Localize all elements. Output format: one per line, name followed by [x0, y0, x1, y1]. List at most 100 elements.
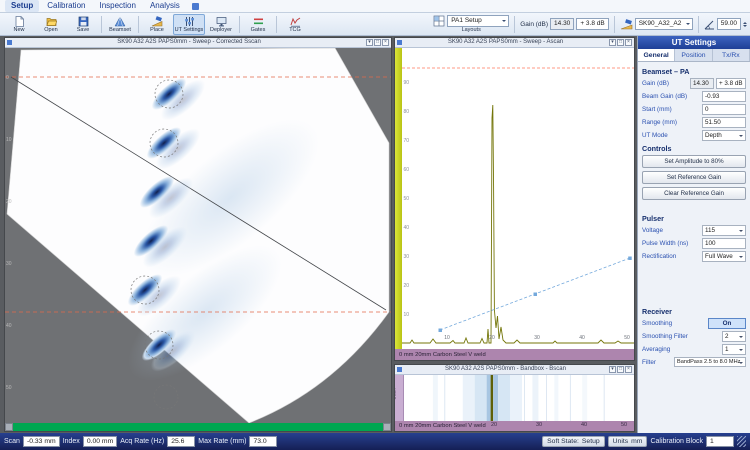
angle-value[interactable]: 59.00: [717, 18, 741, 30]
beam-gain-field[interactable]: -0.93: [702, 91, 746, 102]
gain-field[interactable]: 14.30: [690, 78, 714, 89]
layouts-group: PA1 Setup Layouts: [433, 15, 509, 33]
units-button[interactable]: Units mm: [608, 436, 648, 447]
view-close-icon[interactable]: ×: [382, 39, 389, 46]
tcg-label: TCG: [289, 27, 301, 33]
place-button[interactable]: Place: [141, 14, 173, 35]
view-float-icon[interactable]: □: [617, 366, 624, 373]
view-menu-icon[interactable]: ▾: [609, 39, 616, 46]
bscan-material-bar: 0 mm 20mm Carbon Steel V weld 20 30 40 5…: [395, 421, 634, 431]
open-label: Open: [44, 27, 57, 33]
menu-bar: Setup Calibration Inspection Analysis: [0, 0, 750, 13]
units-label: Units: [613, 438, 629, 445]
menu-app-icon: [192, 3, 199, 10]
svg-text:10: 10: [444, 335, 450, 341]
svg-text:30: 30: [6, 261, 12, 267]
view-close-icon[interactable]: ×: [625, 366, 632, 373]
averaging-select[interactable]: 1: [722, 344, 746, 355]
view-float-icon[interactable]: □: [374, 39, 381, 46]
start-field[interactable]: 0: [702, 104, 746, 115]
menu-inspection[interactable]: Inspection: [93, 0, 141, 12]
soft-state-value: Setup: [582, 438, 600, 445]
bscan-header-icons: ▾ □ ×: [609, 366, 632, 373]
gain-delta[interactable]: + 3.8 dB: [576, 18, 608, 30]
ut-settings-label: UT Settings: [175, 27, 204, 33]
sscan-title: SK90 A32 A2S PAPS0mm - Sweep - Corrected…: [14, 38, 364, 47]
beamset-label: Beamset: [109, 27, 131, 33]
open-button[interactable]: Open: [35, 14, 67, 35]
clear-reference-gain-button[interactable]: Clear Reference Gain: [642, 187, 746, 200]
gain-field-label: Gain (dB): [642, 80, 688, 87]
bscan-plot[interactable]: [405, 375, 634, 421]
sscan-plot[interactable]: 0 10 20 30 40 50: [5, 48, 391, 423]
gates-button[interactable]: Gates: [242, 14, 274, 35]
ascan-plot-area[interactable]: 90 80 70 60 50 40 30 20 10 10 20: [395, 48, 634, 349]
ut-mode-select[interactable]: Depth: [702, 130, 746, 141]
calibration-block-value[interactable]: 1: [706, 436, 734, 447]
beamset-button[interactable]: Beamset: [104, 14, 136, 35]
new-button[interactable]: New: [3, 14, 35, 35]
svg-text:40: 40: [404, 225, 410, 231]
smoothing-toggle[interactable]: On: [708, 318, 746, 329]
menu-analysis[interactable]: Analysis: [144, 0, 186, 12]
beam-gain-label: Beam Gain (dB): [642, 93, 700, 100]
svg-text:30: 30: [404, 254, 410, 260]
range-field[interactable]: 51.50: [702, 117, 746, 128]
svg-text:50: 50: [6, 385, 12, 391]
ut-settings-button[interactable]: UT Settings: [173, 14, 205, 35]
view-menu-icon[interactable]: ▾: [609, 366, 616, 373]
set-amplitude-button[interactable]: Set Amplitude to 80%: [642, 155, 746, 168]
filter-select[interactable]: BandPass 2.5 to 8.0 MHz: [674, 357, 746, 367]
scan-axis-right-cap[interactable]: [383, 423, 391, 431]
sscan-plot-area[interactable]: 0 10 20 30 40 50: [5, 48, 391, 423]
svg-text:50: 50: [404, 196, 410, 202]
scan-axis-bar[interactable]: [5, 423, 391, 431]
smoothing-filter-select[interactable]: 2: [722, 331, 746, 342]
workspace: SK90 A32 A2S PAPS0mm - Sweep - Corrected…: [0, 36, 750, 433]
deployer-button[interactable]: Deployer: [205, 14, 237, 35]
view-float-icon[interactable]: □: [617, 39, 624, 46]
voltage-select[interactable]: 115: [702, 225, 746, 236]
bscan-plot-area[interactable]: Scan: [395, 375, 634, 421]
scan-axis-left-cap[interactable]: [5, 423, 13, 431]
amplitude-ruler: 90 80 70 60 50 40 30 20 10: [404, 80, 410, 318]
view-close-icon[interactable]: ×: [625, 39, 632, 46]
menu-setup[interactable]: Setup: [5, 0, 39, 12]
resize-grip-icon: [737, 436, 746, 447]
filter-label: Filter: [642, 359, 672, 366]
panel-body: Beamset – PA Gain (dB) 14.30 + 3.8 dB Be…: [638, 62, 750, 433]
set-reference-gain-button[interactable]: Set Reference Gain: [642, 171, 746, 184]
soft-state-button[interactable]: Soft State: Setup: [542, 436, 605, 447]
amplitude-ruler-bar[interactable]: [395, 48, 402, 349]
ut-settings-panel: UT Settings General Position Tx/Rx Beams…: [637, 36, 750, 433]
ascan-material-bar: 0 mm 20mm Carbon Steel V weld: [395, 349, 634, 360]
index-status-value: 0.00 mm: [83, 436, 117, 447]
pulse-width-field[interactable]: 100: [702, 238, 746, 249]
gain-value[interactable]: 14.30: [550, 18, 574, 30]
svg-text:40: 40: [6, 323, 12, 329]
tab-position[interactable]: Position: [675, 49, 712, 61]
place-label: Place: [150, 27, 164, 33]
tab-txrx[interactable]: Tx/Rx: [713, 49, 750, 61]
angle-spinner[interactable]: [743, 22, 747, 27]
ascan-plot[interactable]: 90 80 70 60 50 40 30 20 10 10 20: [402, 48, 634, 349]
tab-general[interactable]: General: [638, 49, 675, 61]
layouts-grid-icon: [433, 15, 445, 27]
view-menu-icon[interactable]: ▾: [366, 39, 373, 46]
smoothing-label: Smoothing: [642, 320, 706, 327]
gain-group: Gain (dB) 14.30 + 3.8 dB: [520, 18, 609, 30]
layout-select[interactable]: PA1 Setup: [447, 15, 509, 27]
gates-label: Gates: [251, 27, 266, 33]
sscan-header: SK90 A32 A2S PAPS0mm - Sweep - Corrected…: [5, 38, 391, 48]
sscan-view: SK90 A32 A2S PAPS0mm - Sweep - Corrected…: [4, 37, 392, 432]
gain-delta-field[interactable]: + 3.8 dB: [716, 78, 746, 89]
start-label: Start (mm): [642, 106, 700, 113]
menu-calibration[interactable]: Calibration: [41, 0, 91, 12]
toolbar-separator: [239, 16, 240, 33]
tcg-button[interactable]: TCG: [279, 14, 311, 35]
save-button[interactable]: Save: [67, 14, 99, 35]
tcg-curve-icon: [290, 16, 301, 27]
rectification-select[interactable]: Full Wave: [702, 251, 746, 262]
probe-select[interactable]: SK90_A32_A2: [635, 18, 693, 30]
bscan-ruler-tick: 20: [491, 422, 497, 428]
